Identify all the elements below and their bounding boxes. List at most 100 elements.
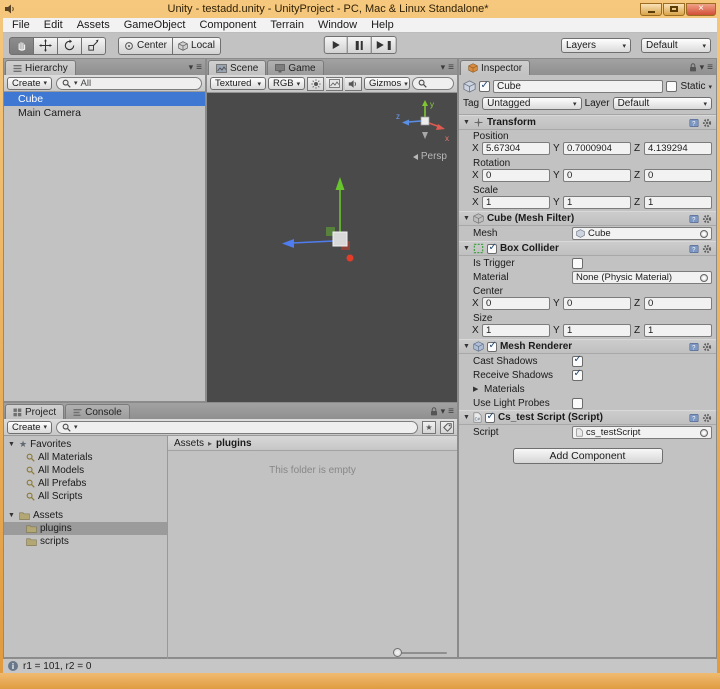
hierarchy-create-button[interactable]: Create ▾ [7,76,53,90]
foldout-icon[interactable]: ▼ [8,512,16,519]
tab-hierarchy[interactable]: Hierarchy [5,60,76,75]
gear-icon[interactable] [702,214,712,224]
project-panel-menu[interactable]: ▾ ≡ [430,406,454,417]
tab-game[interactable]: Game [267,60,324,75]
render-channel-dropdown[interactable]: RGB ▾ [268,77,305,90]
foldout-icon[interactable]: ▼ [463,245,470,252]
rotation-x-field[interactable]: 0 [482,169,550,182]
menu-file[interactable]: File [5,19,37,31]
minimize-button[interactable] [640,2,662,16]
render-mode-dropdown[interactable]: Textured ▾ [210,77,266,90]
foldout-icon[interactable]: ▼ [463,414,470,421]
tab-scene[interactable]: Scene [208,60,267,75]
foldout-icon[interactable]: ▼ [463,343,470,350]
scene-panel-menu[interactable]: ▾ ≡ [441,62,454,73]
status-bar[interactable]: i r1 = 101, r2 = 0 [3,658,717,673]
mesh-renderer-enabled-checkbox[interactable] [486,340,497,352]
materials-foldout[interactable]: ▶ Materials [459,382,716,396]
scene-viewport[interactable]: y z x Persp [207,93,457,403]
gear-icon[interactable] [702,118,712,128]
menu-window[interactable]: Window [311,19,364,31]
hierarchy-search-input[interactable]: ▾ All [56,76,202,90]
scale-x-field[interactable]: 1 [482,196,550,209]
script-field[interactable]: cs_testScript [572,426,712,439]
pivot-toggle-button[interactable]: Center [118,36,174,55]
project-search-input[interactable]: ▾ [56,420,418,434]
tab-inspector[interactable]: Inspector [460,60,531,75]
rotation-y-field[interactable]: 0 [563,169,631,182]
position-x-field[interactable]: 5.67304 [482,142,550,155]
project-content[interactable]: Assets ▸ plugins This folder is empty [168,436,457,659]
is-trigger-checkbox[interactable] [572,257,583,269]
layers-dropdown[interactable]: Layers ▾ [561,38,631,53]
help-book-icon[interactable]: ? [689,214,699,224]
layout-dropdown[interactable]: Default ▾ [641,38,711,53]
menu-terrain[interactable]: Terrain [263,19,311,31]
help-book-icon[interactable]: ? [689,118,699,128]
step-button[interactable] [371,36,397,54]
folder-plugins[interactable]: plugins [4,522,167,535]
scale-z-field[interactable]: 1 [644,196,712,209]
pause-button[interactable] [347,36,372,54]
menu-assets[interactable]: Assets [70,19,117,31]
menu-component[interactable]: Component [192,19,263,31]
foldout-icon[interactable]: ▶ [473,385,481,393]
gear-icon[interactable] [702,244,712,254]
center-y-field[interactable]: 0 [563,297,631,310]
hierarchy-item-cube[interactable]: Cube [4,92,205,106]
tab-project[interactable]: Project [5,404,65,419]
object-name-field[interactable]: Cube [493,80,664,93]
menu-gameobject[interactable]: GameObject [117,19,193,31]
foldout-icon[interactable]: ▼ [463,215,470,222]
menu-edit[interactable]: Edit [37,19,70,31]
hierarchy-panel-menu[interactable]: ▾ ≡ [189,62,202,73]
move-tool-button[interactable] [34,36,58,55]
mesh-filter-header[interactable]: ▼ Cube (Mesh Filter) ? [459,211,716,226]
persp-label[interactable]: Persp [412,151,447,162]
box-collider-header[interactable]: ▼ Box Collider ? [459,241,716,256]
center-z-field[interactable]: 0 [644,297,712,310]
favorite-all-scripts[interactable]: All Scripts [4,490,167,503]
inspector-panel-menu[interactable]: ▾ ≡ [689,62,713,73]
space-toggle-button[interactable]: Local [173,36,221,55]
script-component-header[interactable]: ▼ C# Cs_test Script (Script) ? [459,410,716,425]
assets-root[interactable]: ▼ Assets [4,509,167,522]
search-by-type-button[interactable]: ★ [422,420,436,434]
rotation-z-field[interactable]: 0 [644,169,712,182]
folder-scripts[interactable]: scripts [4,535,167,548]
move-gizmo[interactable] [280,169,400,279]
static-checkbox[interactable] [666,81,678,92]
transform-header[interactable]: ▼ Transform ? [459,115,716,130]
object-picker-icon[interactable] [700,229,708,238]
play-button[interactable] [323,36,348,54]
rotate-tool-button[interactable] [58,36,82,55]
gear-icon[interactable] [702,342,712,352]
breadcrumb-plugins[interactable]: plugins [216,438,252,449]
title-bar[interactable]: Unity - testadd.unity - UnityProject - P… [0,0,720,18]
mesh-renderer-header[interactable]: ▼ Mesh Renderer ? [459,339,716,354]
receive-shadows-checkbox[interactable] [572,368,583,381]
script-enabled-checkbox[interactable] [484,411,495,423]
hierarchy-item-main-camera[interactable]: Main Camera [4,106,205,120]
position-z-field[interactable]: 4.139294 [644,142,712,155]
hand-tool-button[interactable] [9,36,34,55]
material-field[interactable]: None (Physic Material) [572,271,712,284]
favorites-root[interactable]: ▼ ★ Favorites [4,438,167,451]
object-picker-icon[interactable] [700,428,708,437]
scale-tool-button[interactable] [82,36,106,55]
size-x-field[interactable]: 1 [482,324,550,337]
favorite-all-materials[interactable]: All Materials [4,451,167,464]
help-book-icon[interactable]: ? [689,244,699,254]
scene-search-input[interactable] [412,77,454,90]
mesh-field[interactable]: Cube [572,227,712,240]
cast-shadows-checkbox[interactable] [572,354,583,367]
help-book-icon[interactable]: ? [689,342,699,352]
layer-dropdown[interactable]: Default ▾ [612,97,713,110]
tab-console[interactable]: Console [65,404,130,419]
close-button[interactable]: × [686,2,716,16]
center-x-field[interactable]: 0 [482,297,550,310]
object-picker-icon[interactable] [700,273,708,282]
favorite-all-prefabs[interactable]: All Prefabs [4,477,167,490]
menu-help[interactable]: Help [364,19,401,31]
active-checkbox[interactable] [479,80,490,92]
